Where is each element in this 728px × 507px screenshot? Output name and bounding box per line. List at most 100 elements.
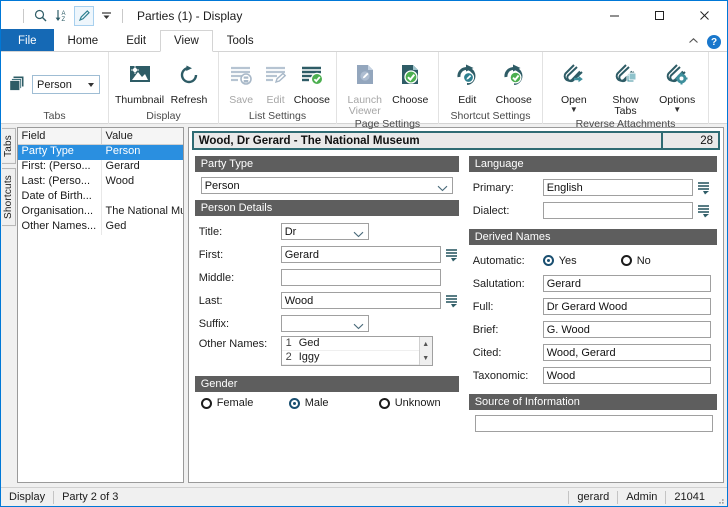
lookup-list-icon[interactable] <box>445 246 459 263</box>
label-title: Title: <box>198 225 223 238</box>
gender-option-male-label: Male <box>304 397 329 409</box>
full-name-input[interactable]: Dr Gerard Wood <box>542 298 711 315</box>
row-field: Last: (Perso... <box>18 175 102 190</box>
maximize-button[interactable] <box>637 1 682 30</box>
party-type-select[interactable]: Person <box>200 177 453 194</box>
scroll-down-icon[interactable]: ▼ <box>420 351 432 365</box>
label-taxonomic: Taxonomic: <box>472 369 529 382</box>
table-row[interactable]: Organisation... The National Museum <box>18 205 183 220</box>
label-full: Full: <box>472 300 494 313</box>
page-title: Wood, Dr Gerard - The National Museum <box>193 133 664 148</box>
table-row[interactable]: Party Type Person <box>17 145 183 160</box>
automatic-option-no[interactable]: No <box>620 254 651 267</box>
minimize-button[interactable] <box>592 1 637 30</box>
shortcut-choose-button[interactable]: Choose <box>492 57 537 106</box>
shortcut-choose-check-icon <box>501 59 527 91</box>
list-item-value: Iggy <box>298 351 320 363</box>
cited-name-input[interactable]: Wood, Gerard <box>542 344 711 361</box>
lookup-list-icon[interactable] <box>445 292 459 309</box>
section-body-person-details: Title: Dr First: Gerard Middle: Last: Wo… <box>195 216 459 376</box>
page-choose-check-icon <box>397 59 423 91</box>
chevron-up-icon[interactable] <box>688 36 699 48</box>
suffix-select[interactable] <box>280 315 369 332</box>
taxonomic-name-input[interactable]: Wood <box>542 367 711 384</box>
brief-name-input[interactable]: G. Wood <box>542 321 711 338</box>
radio-icon <box>378 397 390 409</box>
section-body-language: Primary: English Dialect: <box>469 172 717 229</box>
gender-option-female[interactable]: Female <box>200 397 289 409</box>
search-icon[interactable] <box>30 6 50 26</box>
tabs-type-combo[interactable]: Person <box>32 75 100 94</box>
list-item-index: 1 <box>285 337 292 349</box>
lookup-list-icon[interactable] <box>697 179 711 196</box>
label-primary-language: Primary: <box>472 181 514 194</box>
page-choose-button[interactable]: Choose <box>389 57 433 106</box>
customize-qat-icon[interactable] <box>96 6 116 26</box>
sidebar-item-shortcuts[interactable]: Shortcuts <box>1 167 16 226</box>
automatic-option-yes[interactable]: Yes <box>542 255 621 267</box>
list-edit-button[interactable]: Edit <box>259 57 291 106</box>
field-row-primary-language: Primary: English <box>473 177 717 198</box>
section-header-gender: Gender <box>194 376 459 392</box>
tab-home[interactable]: Home <box>54 29 113 51</box>
field-row-first: First: Gerard <box>199 244 459 265</box>
thumbnail-button[interactable]: Thumbnail <box>115 57 164 106</box>
reverse-options-button[interactable]: Options ▼ <box>652 57 702 114</box>
column-header-value[interactable]: Value <box>102 128 183 144</box>
shortcut-edit-button[interactable]: Edit <box>445 57 490 106</box>
field-row-other-names: Other Names: 1 Ged 2 Iggy ▲ ▼ <box>199 336 459 368</box>
reverse-show-tabs-button[interactable]: Show Tabs <box>601 57 651 117</box>
field-row-taxonomic: Taxonomic: Wood <box>473 365 717 386</box>
salutation-input[interactable]: Gerard <box>542 275 711 292</box>
list-edit-button-label: Edit <box>266 94 285 106</box>
table-row[interactable]: First: (Perso... Gerard <box>18 160 183 175</box>
automatic-option-no-label: No <box>636 254 651 267</box>
tab-edit[interactable]: Edit <box>112 29 160 51</box>
title-select[interactable]: Dr <box>280 223 369 240</box>
help-icon[interactable]: ? <box>707 35 721 49</box>
primary-language-input[interactable]: English <box>542 179 693 196</box>
column-header-field[interactable]: Field <box>18 128 102 144</box>
lookup-list-icon[interactable] <box>697 202 711 219</box>
ribbon-group-display: Thumbnail Refresh Display <box>109 52 219 124</box>
application-window: A Z Parties (1) - Display File Home Edit… <box>0 0 728 507</box>
first-name-input[interactable]: Gerard <box>280 246 441 263</box>
launch-viewer-button[interactable]: Launch Viewer <box>343 57 387 117</box>
title-bar: A Z Parties (1) - Display <box>1 1 727 30</box>
section-header-derived-names: Derived Names <box>468 229 718 245</box>
chevron-down-icon[interactable]: ▼ <box>673 106 681 114</box>
edit-pencil-icon[interactable] <box>74 5 94 26</box>
last-name-input[interactable]: Wood <box>280 292 441 309</box>
sort-icon[interactable]: A Z <box>52 6 72 26</box>
dialect-input[interactable] <box>542 202 693 219</box>
middle-name-input[interactable] <box>280 269 441 286</box>
close-button[interactable] <box>682 1 727 30</box>
refresh-button[interactable]: Refresh <box>166 57 212 106</box>
list-choose-button[interactable]: Choose <box>294 57 330 106</box>
list-item[interactable]: 2 Iggy <box>281 351 419 365</box>
other-names-list[interactable]: 1 Ged 2 Iggy ▲ ▼ <box>280 336 433 366</box>
label-suffix: Suffix: <box>198 317 230 330</box>
gender-option-unknown[interactable]: Unknown <box>378 397 441 409</box>
svg-text:Z: Z <box>62 17 66 22</box>
tab-view[interactable]: View <box>160 30 213 52</box>
list-item[interactable]: 1 Ged <box>281 337 419 351</box>
table-row[interactable]: Last: (Perso... Wood <box>18 175 183 190</box>
reverse-open-button[interactable]: Open ▼ <box>549 57 599 114</box>
other-names-scrollbar[interactable]: ▲ ▼ <box>418 337 432 365</box>
label-other-names: Other Names: <box>198 338 268 350</box>
list-save-button[interactable]: Save <box>225 57 257 106</box>
shortcut-edit-button-label: Edit <box>458 94 477 106</box>
party-type-value: Person <box>204 180 240 192</box>
tab-tools[interactable]: Tools <box>213 29 268 51</box>
source-of-information-input[interactable] <box>474 415 714 432</box>
resize-grip-icon[interactable] <box>713 488 727 507</box>
tab-file[interactable]: File <box>1 29 54 51</box>
gender-option-male[interactable]: Male <box>288 397 379 409</box>
table-row[interactable]: Date of Birth... <box>18 190 183 205</box>
table-row[interactable]: Other Names... Ged <box>18 220 183 235</box>
sidebar-item-tabs[interactable]: Tabs <box>1 128 16 164</box>
scroll-up-icon[interactable]: ▲ <box>420 337 432 351</box>
refresh-button-label: Refresh <box>170 94 208 106</box>
chevron-down-icon[interactable]: ▼ <box>570 106 578 114</box>
